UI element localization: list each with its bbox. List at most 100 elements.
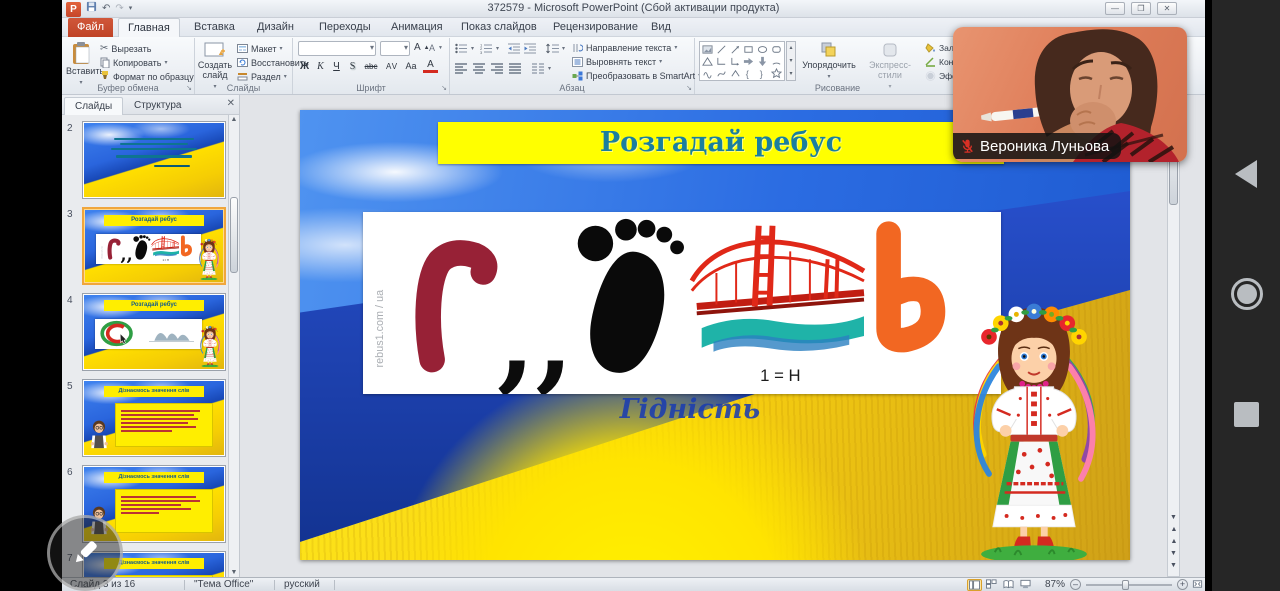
panel-close-icon[interactable]: ✕ (227, 98, 235, 109)
shapes-scroll[interactable]: ▴▾▾ (786, 41, 796, 81)
format-painter-button[interactable]: Формат по образцу (100, 70, 194, 83)
panel-tab-slides[interactable]: Слайды (64, 97, 123, 115)
tab-transitions[interactable]: Переходы (310, 18, 380, 37)
slideshow-view-button[interactable] (1018, 579, 1033, 591)
tab-design[interactable]: Дизайн (248, 18, 303, 37)
font-dialog-launcher[interactable]: ↘ (441, 84, 447, 92)
justify-button[interactable] (509, 62, 522, 75)
scroll-down-icon[interactable]: ▼ (229, 569, 239, 576)
zoom-out-button[interactable]: – (1070, 579, 1081, 590)
copy-button[interactable]: Копировать ▾ (100, 56, 167, 69)
slide-thumbnail-2[interactable]: 2 (62, 121, 232, 201)
paste-button[interactable]: Вставить▾ (66, 41, 96, 86)
decrease-indent-button[interactable] (508, 42, 520, 55)
increase-indent-button[interactable] (524, 42, 536, 55)
strikethrough-button[interactable]: abc (361, 59, 381, 74)
tab-insert[interactable]: Вставка (185, 18, 244, 37)
minimize-button[interactable]: — (1105, 2, 1125, 15)
slide-thumbnail-3-selected[interactable]: 3 Розгадай ребус (62, 207, 232, 287)
language-indicator[interactable]: русский (284, 579, 320, 591)
slide-thumbnail-4[interactable]: 4 Розгадай ребус (62, 293, 232, 373)
next-slide-button[interactable]: ▼▼ (1168, 548, 1179, 572)
editor-scrollbar[interactable]: ▲ ▼ ▲▲ ▼▼ (1167, 95, 1180, 577)
align-left-button[interactable] (455, 62, 468, 75)
shape-line[interactable] (715, 43, 729, 55)
align-center-button[interactable] (473, 62, 486, 75)
shape-star[interactable] (769, 67, 783, 79)
section-button[interactable]: Раздел ▾ (237, 70, 287, 83)
convert-smartart-button[interactable]: Преобразовать в SmartArt ▾ (572, 69, 701, 82)
slide-sorter-view-button[interactable] (984, 579, 999, 591)
tab-home[interactable]: Главная (118, 18, 180, 37)
bold-button[interactable]: Ж (297, 59, 312, 74)
android-back-button[interactable] (1235, 160, 1257, 188)
line-spacing-button[interactable]: ▾ (546, 42, 565, 55)
align-text-button[interactable]: Выровнять текст ▾ (572, 55, 662, 68)
shape-right-brace[interactable]: } (756, 67, 770, 79)
slide-thumbnail-5[interactable]: 5 Дізнаємось значення слів (62, 379, 232, 459)
shape-triangle[interactable] (701, 55, 715, 67)
zoom-percentage[interactable]: 87% (1045, 579, 1065, 591)
shape-curve[interactable] (715, 67, 729, 79)
shape-left-brace[interactable]: { (742, 67, 756, 79)
normal-view-button[interactable] (967, 579, 982, 591)
shape-rounded-rectangle[interactable] (769, 43, 783, 55)
columns-button[interactable]: ▾ (532, 62, 551, 75)
panel-tab-outline[interactable]: Структура (124, 97, 191, 115)
font-name-combo[interactable] (298, 41, 376, 56)
android-home-button[interactable] (1231, 278, 1263, 310)
tab-slideshow[interactable]: Показ слайдов (452, 18, 546, 37)
shape-right-arrow[interactable] (742, 55, 756, 67)
rebus-image[interactable] (363, 212, 1001, 394)
scroll-up-icon[interactable]: ▲ (229, 116, 239, 123)
text-direction-button[interactable]: Направление текста ▾ (572, 41, 677, 54)
arrange-button[interactable]: Упорядочить▾ (801, 41, 857, 80)
underline-button[interactable]: Ч (329, 59, 344, 74)
current-slide[interactable]: Розгадай ребус Гідність (300, 110, 1130, 560)
font-size-combo[interactable] (380, 41, 410, 56)
close-button[interactable]: ✕ (1157, 2, 1177, 15)
shape-arrow[interactable] (728, 43, 742, 55)
zoom-in-button[interactable]: + (1177, 579, 1188, 590)
slide-title-banner[interactable]: Розгадай ребус (438, 122, 1004, 164)
tab-file[interactable]: Файл (68, 18, 113, 37)
shape-rectangle[interactable] (742, 43, 756, 55)
webcam-overlay[interactable]: Вероника Луньова (953, 27, 1187, 162)
character-spacing-button[interactable]: AV (383, 59, 401, 74)
font-color-button[interactable]: A (423, 59, 438, 73)
tab-animations[interactable]: Анимация (382, 18, 452, 37)
tab-review[interactable]: Рецензирование (544, 18, 647, 37)
zoom-slider[interactable] (1086, 584, 1172, 586)
shape-elbow-arrow[interactable] (728, 55, 742, 67)
shape-oval[interactable] (756, 43, 770, 55)
shrink-font-button[interactable]: A▼ (429, 41, 443, 54)
zoom-slider-thumb[interactable] (1122, 580, 1129, 590)
shape-scribble[interactable] (701, 67, 715, 79)
maximize-button[interactable]: ❐ (1131, 2, 1151, 15)
shapes-gallery[interactable]: { } (699, 41, 785, 81)
fit-to-window-button[interactable] (1190, 579, 1205, 591)
shape-arc[interactable] (769, 55, 783, 67)
panel-scroll-thumb[interactable] (230, 197, 238, 273)
clipboard-dialog-launcher[interactable]: ↘ (186, 84, 192, 92)
change-case-button[interactable]: Aa (403, 59, 419, 74)
previous-slide-button[interactable]: ▲▲ (1168, 524, 1179, 548)
shape-freeform[interactable] (728, 67, 742, 79)
shape-elbow[interactable] (715, 55, 729, 67)
cut-button[interactable]: ✂Вырезать (100, 42, 151, 55)
tab-view[interactable]: Вид (642, 18, 680, 37)
align-right-button[interactable] (491, 62, 504, 75)
shape-down-arrow[interactable] (756, 55, 770, 67)
paragraph-dialog-launcher[interactable]: ↘ (686, 84, 692, 92)
theme-name[interactable]: "Тема Office" (194, 579, 253, 591)
grow-font-button[interactable]: A▲ (414, 41, 430, 54)
annotate-pencil-fab[interactable] (47, 515, 123, 591)
reading-view-button[interactable] (1001, 579, 1016, 591)
panel-scrollbar[interactable]: ▲ ▼ (228, 115, 239, 577)
numbering-button[interactable]: 123▾ (480, 42, 499, 55)
scroll-down-icon[interactable]: ▼ (1168, 512, 1179, 524)
bullets-button[interactable]: ▾ (455, 42, 474, 55)
text-shadow-button[interactable]: S (345, 59, 360, 74)
layout-button[interactable]: Макет ▾ (237, 42, 283, 55)
shape-picture[interactable] (701, 43, 715, 55)
